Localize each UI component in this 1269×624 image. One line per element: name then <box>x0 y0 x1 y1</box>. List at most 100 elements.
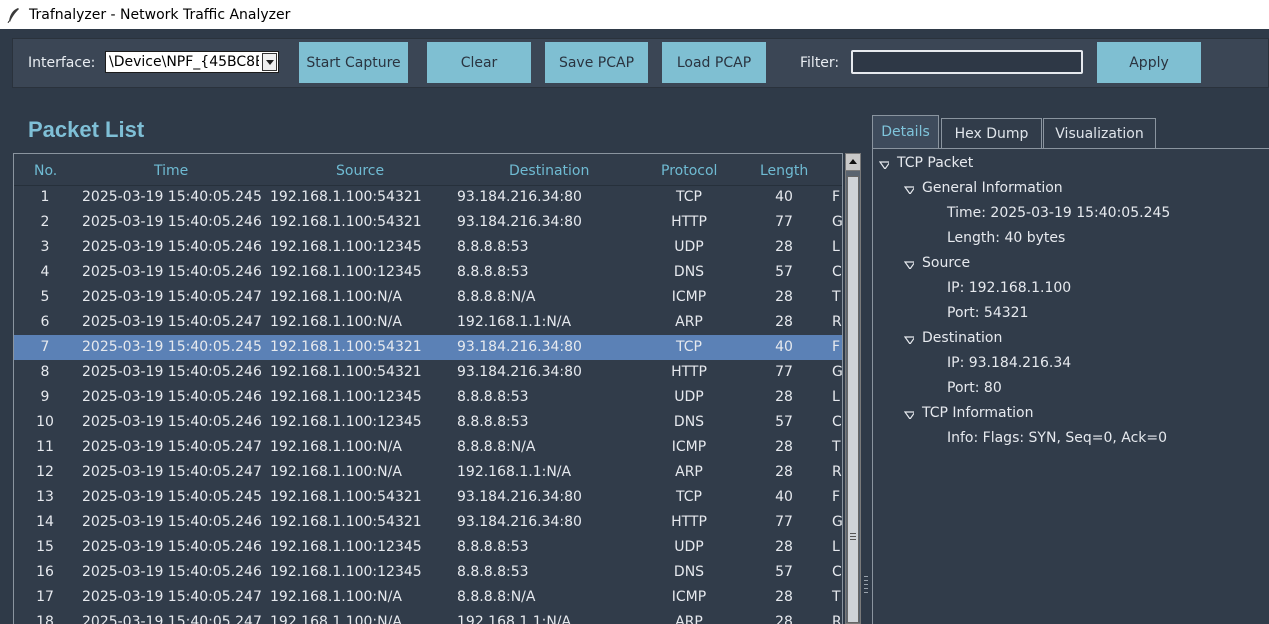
cell-no: 13 <box>36 489 54 505</box>
column-header-no[interactable]: No. <box>34 163 57 179</box>
cell-source: 192.168.1.100:54321 <box>270 339 422 355</box>
cell-destination: 8.8.8.8:53 <box>457 264 529 280</box>
cell-time: 2025-03-19 15:40:05.245 <box>82 189 262 205</box>
table-row[interactable]: 13 2025-03-19 15:40:05.245 192.168.1.100:5… <box>14 485 842 510</box>
cell-time: 2025-03-19 15:40:05.247 <box>82 289 262 305</box>
cell-info: R <box>832 314 842 330</box>
cell-source: 192.168.1.100:N/A <box>270 464 402 480</box>
cell-length: 28 <box>775 289 793 305</box>
cell-no: 15 <box>36 539 54 555</box>
tab-details[interactable]: Details <box>872 115 939 148</box>
table-row[interactable]: 18 2025-03-19 15:40:05.247 192.168.1.100:N… <box>14 610 842 624</box>
cell-length: 28 <box>775 614 793 624</box>
packet-list-scrollbar[interactable] <box>845 153 861 624</box>
cell-destination: 8.8.8.8:53 <box>457 389 529 405</box>
arrow-up-icon[interactable] <box>846 154 860 171</box>
cell-time: 2025-03-19 15:40:05.246 <box>82 514 262 530</box>
cell-info: T <box>832 289 841 305</box>
tree-node[interactable]: TCP Information <box>922 405 1033 421</box>
cell-no: 4 <box>40 264 50 280</box>
cell-length: 28 <box>775 464 793 480</box>
cell-source: 192.168.1.100:54321 <box>270 189 422 205</box>
tab-hex-dump[interactable]: Hex Dump <box>941 118 1042 148</box>
table-row[interactable]: 17 2025-03-19 15:40:05.247 192.168.1.100:N… <box>14 585 842 610</box>
table-row[interactable]: 16 2025-03-19 15:40:05.246 192.168.1.100:1… <box>14 560 842 585</box>
table-row[interactable]: 12 2025-03-19 15:40:05.247 192.168.1.100:N… <box>14 460 842 485</box>
column-header-source[interactable]: Source <box>336 163 384 179</box>
column-header-time[interactable]: Time <box>154 163 188 179</box>
cell-no: 8 <box>40 364 50 380</box>
triangle-down-icon[interactable] <box>904 411 914 419</box>
save-pcap-button[interactable]: Save PCAP <box>545 42 648 83</box>
table-row[interactable]: 6 2025-03-19 15:40:05.247 192.168.1.100:N/… <box>14 310 842 335</box>
tree-leaf[interactable]: IP: 192.168.1.100 <box>947 280 1071 296</box>
title-bar: Trafnalyzer - Network Traffic Analyzer <box>0 0 1269 29</box>
packet-table[interactable]: No. Time Source Destination Protocol Len… <box>13 153 843 624</box>
column-header-destination[interactable]: Destination <box>509 163 589 179</box>
toolbar: Interface: \Device\NPF_{45BC8EE Start Ca… <box>12 38 1269 88</box>
table-row[interactable]: 10 2025-03-19 15:40:05.246 192.168.1.100:1… <box>14 410 842 435</box>
tree-leaf[interactable]: Info: Flags: SYN, Seq=0, Ack=0 <box>947 430 1167 446</box>
triangle-down-icon[interactable] <box>904 336 914 344</box>
table-row[interactable]: 2 2025-03-19 15:40:05.246 192.168.1.100:54… <box>14 210 842 235</box>
start-capture-button[interactable]: Start Capture <box>299 42 408 83</box>
table-row[interactable]: 7 2025-03-19 15:40:05.245 192.168.1.100:54… <box>14 335 842 360</box>
cell-source: 192.168.1.100:54321 <box>270 214 422 230</box>
table-row[interactable]: 9 2025-03-19 15:40:05.246 192.168.1.100:12… <box>14 385 842 410</box>
pane-divider[interactable] <box>862 150 870 624</box>
cell-no: 9 <box>40 389 50 405</box>
tree-node[interactable]: General Information <box>922 180 1063 196</box>
tree-node[interactable]: Source <box>922 255 970 271</box>
cell-source: 192.168.1.100:54321 <box>270 514 422 530</box>
cell-protocol: TCP <box>676 339 702 355</box>
cell-protocol: ARP <box>675 614 703 624</box>
tree-leaf[interactable]: Length: 40 bytes <box>947 230 1065 246</box>
interface-label: Interface: <box>28 55 96 71</box>
table-row[interactable]: 4 2025-03-19 15:40:05.246 192.168.1.100:12… <box>14 260 842 285</box>
column-header-length[interactable]: Length <box>760 163 808 179</box>
cell-time: 2025-03-19 15:40:05.247 <box>82 614 262 624</box>
cell-source: 192.168.1.100:N/A <box>270 289 402 305</box>
cell-destination: 93.184.216.34:80 <box>457 189 582 205</box>
cell-length: 40 <box>775 339 793 355</box>
cell-destination: 192.168.1.1:N/A <box>457 314 572 330</box>
triangle-down-icon[interactable] <box>879 161 889 169</box>
tree-leaf[interactable]: IP: 93.184.216.34 <box>947 355 1071 371</box>
apply-button[interactable]: Apply <box>1097 42 1201 83</box>
column-header-protocol[interactable]: Protocol <box>661 163 717 179</box>
interface-value: \Device\NPF_{45BC8EE <box>109 54 259 70</box>
cell-info: L <box>832 389 840 405</box>
table-row[interactable]: 11 2025-03-19 15:40:05.247 192.168.1.100:N… <box>14 435 842 460</box>
packet-details-tree[interactable]: TCP Packet General Information Time: 2025-… <box>872 148 1269 624</box>
triangle-down-icon[interactable] <box>904 261 914 269</box>
table-row[interactable]: 15 2025-03-19 15:40:05.246 192.168.1.100:1… <box>14 535 842 560</box>
cell-destination: 93.184.216.34:80 <box>457 514 582 530</box>
cell-length: 77 <box>775 214 793 230</box>
tree-leaf[interactable]: Port: 80 <box>947 380 1002 396</box>
table-row[interactable]: 3 2025-03-19 15:40:05.246 192.168.1.100:12… <box>14 235 842 260</box>
load-pcap-button[interactable]: Load PCAP <box>662 42 766 83</box>
tree-leaf[interactable]: Port: 54321 <box>947 305 1028 321</box>
triangle-down-icon[interactable] <box>904 186 914 194</box>
tree-leaf[interactable]: Time: 2025-03-19 15:40:05.245 <box>947 205 1170 221</box>
interface-select[interactable]: \Device\NPF_{45BC8EE <box>105 51 279 73</box>
tree-node[interactable]: Destination <box>922 330 1002 346</box>
table-row[interactable]: 5 2025-03-19 15:40:05.247 192.168.1.100:N/… <box>14 285 842 310</box>
cell-time: 2025-03-19 15:40:05.246 <box>82 264 262 280</box>
cell-no: 16 <box>36 564 54 580</box>
cell-protocol: ARP <box>675 464 703 480</box>
cell-destination: 8.8.8.8:N/A <box>457 589 536 605</box>
cell-time: 2025-03-19 15:40:05.246 <box>82 564 262 580</box>
cell-info: G <box>832 364 843 380</box>
table-body: 1 2025-03-19 15:40:05.245 192.168.1.100:54… <box>14 185 843 624</box>
table-row[interactable]: 14 2025-03-19 15:40:05.246 192.168.1.100:5… <box>14 510 842 535</box>
tab-visualization[interactable]: Visualization <box>1043 118 1156 148</box>
table-row[interactable]: 1 2025-03-19 15:40:05.245 192.168.1.100:54… <box>14 185 842 210</box>
filter-input[interactable] <box>851 50 1083 74</box>
tree-node[interactable]: TCP Packet <box>897 155 973 171</box>
chevron-down-icon[interactable] <box>262 53 277 71</box>
table-row[interactable]: 8 2025-03-19 15:40:05.246 192.168.1.100:54… <box>14 360 843 385</box>
cell-no: 5 <box>40 289 50 305</box>
clear-button[interactable]: Clear <box>427 42 531 83</box>
scrollbar-thumb[interactable] <box>847 176 859 623</box>
